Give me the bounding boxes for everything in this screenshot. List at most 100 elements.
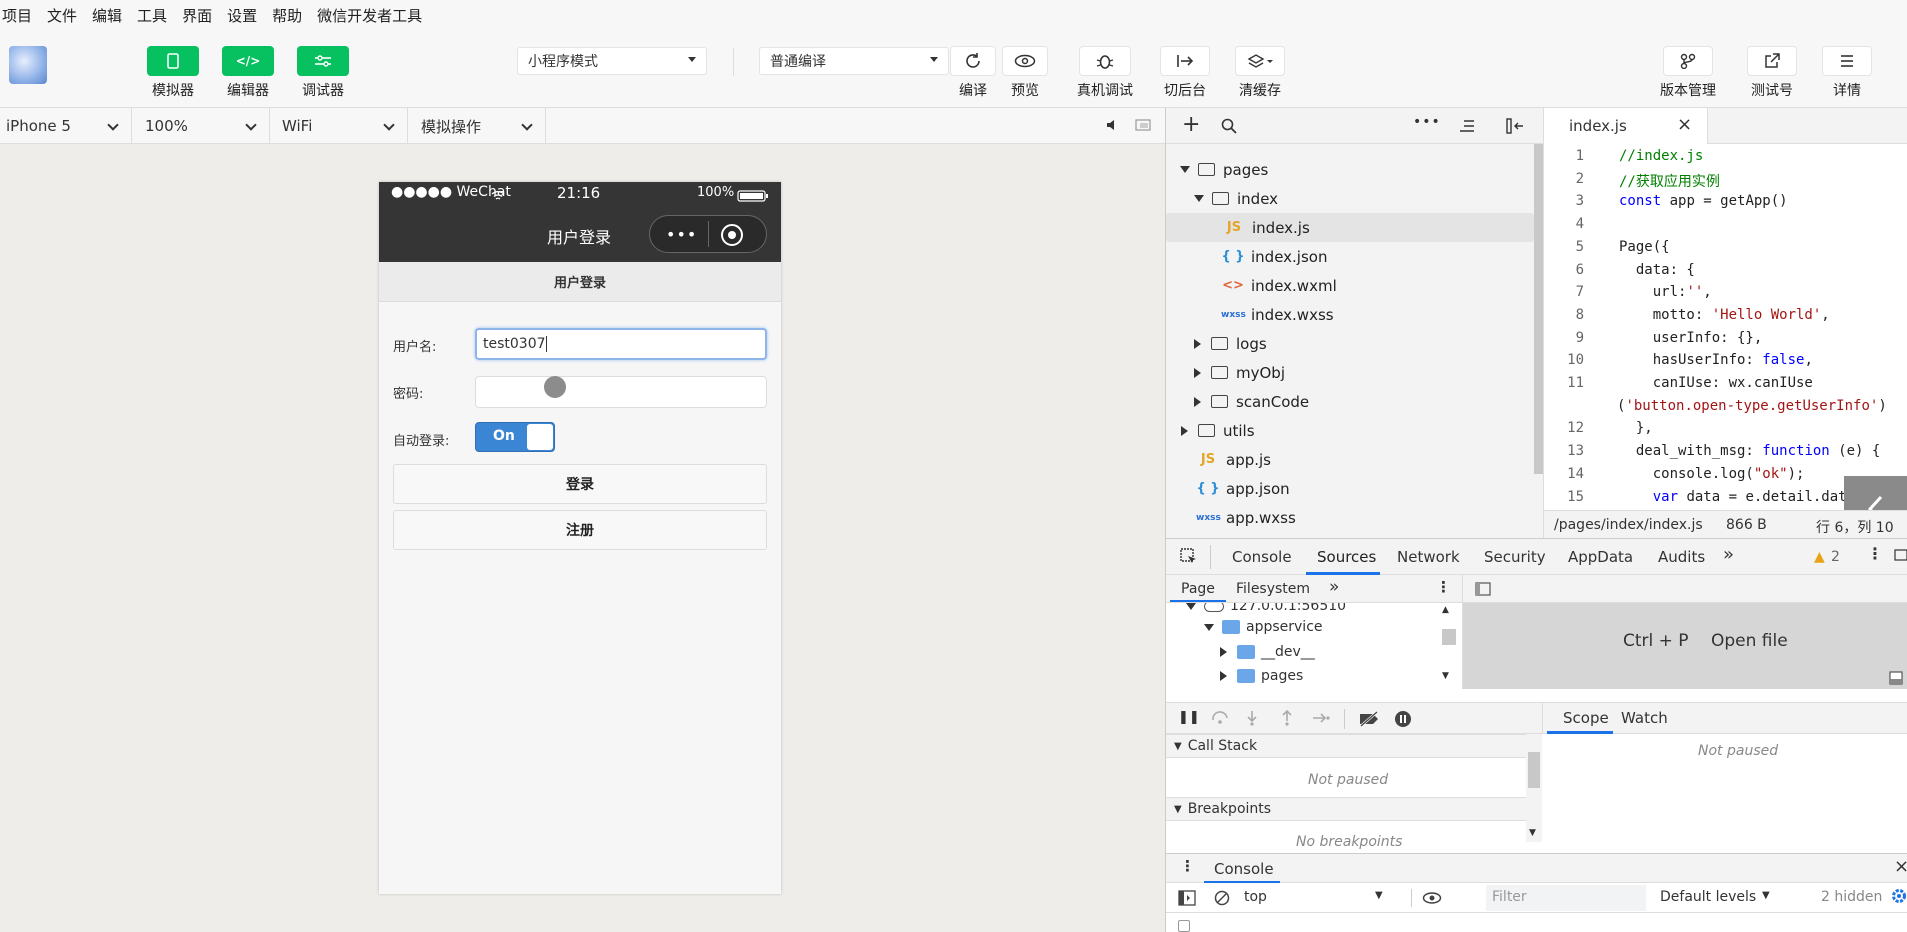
kebab-icon[interactable]: ⋮ <box>1436 578 1451 596</box>
tree-item-utils[interactable]: utils <box>1166 416 1534 445</box>
compile-button[interactable]: 编译 <box>950 46 996 100</box>
console-settings-icon[interactable] <box>1891 888 1907 908</box>
speaker-icon[interactable] <box>1105 118 1119 136</box>
avatar[interactable] <box>9 46 47 84</box>
debugger-button[interactable]: 调试器 <box>297 46 349 100</box>
subtab-page[interactable]: Page <box>1181 581 1215 597</box>
mode-select[interactable]: 小程序模式 <box>517 47 707 75</box>
more-subtabs-icon[interactable]: » <box>1329 577 1339 597</box>
compile-select[interactable]: 普通编译 <box>759 47 949 75</box>
kebab-icon[interactable]: ⋮ <box>1867 544 1883 563</box>
tree-item-index-wxss[interactable]: wxss index.wxss <box>1166 300 1534 329</box>
clear-cache-button[interactable]: 清缓存 <box>1235 46 1285 100</box>
tree-item-logs[interactable]: logs <box>1166 329 1534 358</box>
tab-scope[interactable]: Scope <box>1563 709 1609 727</box>
log-levels-select[interactable]: Default levels ▼ <box>1654 886 1774 910</box>
debugger-scrollbar[interactable]: ▼ <box>1526 734 1542 842</box>
zoom-select[interactable]: 100% <box>132 108 270 144</box>
register-button[interactable]: 注册 <box>393 510 767 550</box>
explorer-scrollbar[interactable] <box>1534 144 1543 474</box>
eye-icon[interactable] <box>1422 891 1442 909</box>
menu-devtools[interactable]: 微信开发者工具 <box>317 5 422 26</box>
kebab-icon[interactable]: ⋮ <box>1180 857 1195 875</box>
pause-on-exceptions-icon[interactable] <box>1394 710 1412 732</box>
tree-item-app-js[interactable]: JS app.js <box>1166 445 1534 474</box>
tab-appdata[interactable]: AppData <box>1568 548 1633 566</box>
menu-edit[interactable]: 编辑 <box>92 5 122 26</box>
tab-watch[interactable]: Watch <box>1621 709 1668 727</box>
username-input[interactable]: test0307 <box>475 328 767 360</box>
menu-project[interactable]: 项目 <box>2 5 32 26</box>
network-select[interactable]: WiFi <box>270 108 408 144</box>
autologin-switch[interactable]: On <box>475 422 555 452</box>
drawer-tab-console[interactable]: Console <box>1214 860 1274 878</box>
tree-pages[interactable]: pages <box>1220 668 1303 684</box>
tab-console[interactable]: Console <box>1232 548 1292 566</box>
menu-file[interactable]: 文件 <box>47 5 77 26</box>
step-icon[interactable] <box>1312 712 1330 728</box>
more-dots-icon[interactable]: ••• <box>666 225 697 244</box>
tab-index-js[interactable]: index.js × <box>1544 108 1708 144</box>
tree-item-app-json[interactable]: { } app.json <box>1166 474 1534 503</box>
close-drawer-icon[interactable]: × <box>1894 856 1907 877</box>
close-target-icon[interactable] <box>719 222 745 252</box>
checkbox[interactable] <box>1178 920 1190 932</box>
tree-item-index-wxml[interactable]: <> index.wxml <box>1166 271 1534 300</box>
tree-item-pages[interactable]: pages <box>1166 155 1534 184</box>
call-stack-header[interactable]: ▼ Call Stack <box>1166 734 1536 758</box>
remote-debug-button[interactable]: 真机调试 <box>1077 46 1133 100</box>
tree-item-index-js[interactable]: JS index.js <box>1166 213 1534 242</box>
subtab-filesystem[interactable]: Filesystem <box>1236 581 1310 597</box>
switch-background-button[interactable]: 切后台 <box>1160 46 1210 100</box>
pause-icon[interactable]: ❚❚ <box>1178 710 1200 725</box>
tab-network[interactable]: Network <box>1397 548 1460 566</box>
step-into-icon[interactable] <box>1246 710 1258 730</box>
more-tabs-button[interactable]: » <box>1723 544 1734 565</box>
menu-tools[interactable]: 工具 <box>137 5 167 26</box>
menu-interface[interactable]: 界面 <box>182 5 212 26</box>
details-button[interactable]: 详情 <box>1822 46 1872 100</box>
sidebar-toggle-icon[interactable] <box>1178 890 1196 910</box>
tree-dev[interactable]: __dev__ <box>1220 644 1315 660</box>
code-area[interactable]: 1 //index.js 2 //获取应用实例 3 const app = getApp(… <box>1544 144 1907 510</box>
inspect-icon[interactable] <box>1180 548 1198 570</box>
clear-console-icon[interactable] <box>1214 890 1230 910</box>
tree-item-scancode[interactable]: scanCode <box>1166 387 1534 416</box>
collapse-icon[interactable] <box>1459 119 1475 137</box>
breakpoints-header[interactable]: ▼ Breakpoints <box>1166 797 1536 821</box>
tab-audits[interactable]: Audits <box>1658 548 1705 566</box>
toggle-navigator-icon[interactable] <box>1475 582 1491 600</box>
panel-toggle-icon[interactable] <box>1889 671 1903 689</box>
test-account-button[interactable]: 测试号 <box>1747 46 1797 100</box>
warning-count[interactable]: 2 <box>1831 549 1840 565</box>
search-icon[interactable] <box>1221 118 1237 138</box>
version-button[interactable]: 版本管理 <box>1660 46 1716 100</box>
context-select[interactable]: top ▼ <box>1240 886 1400 910</box>
dock-icon[interactable] <box>1894 549 1907 567</box>
tree-item-index[interactable]: index <box>1166 184 1534 213</box>
device-select[interactable]: iPhone 5 <box>0 108 132 144</box>
window-icon[interactable] <box>1135 119 1151 136</box>
tab-sources[interactable]: Sources <box>1317 548 1376 566</box>
menu-help[interactable]: 帮助 <box>272 5 302 26</box>
password-input[interactable] <box>475 376 767 408</box>
console-filter-input[interactable]: Filter <box>1486 885 1646 911</box>
add-icon[interactable]: + <box>1182 112 1200 137</box>
operation-select[interactable]: 模拟操作 <box>408 108 546 144</box>
tree-item-index-json[interactable]: { } index.json <box>1166 242 1534 271</box>
tree-appservice[interactable]: appservice <box>1204 619 1323 635</box>
preview-button[interactable]: 预览 <box>1002 46 1048 100</box>
step-out-icon[interactable] <box>1281 709 1293 730</box>
more-icon[interactable]: ••• <box>1413 114 1441 130</box>
close-icon[interactable]: × <box>1677 114 1692 135</box>
menu-settings[interactable]: 设置 <box>227 5 257 26</box>
tree-host[interactable]: 127.0.0.1:56510 <box>1186 603 1346 614</box>
tree-scrollbar[interactable]: ▲ ▼ <box>1440 603 1456 687</box>
split-panel-icon[interactable] <box>1506 118 1524 138</box>
tab-security[interactable]: Security <box>1484 548 1546 566</box>
simulator-button[interactable]: 模拟器 <box>147 46 199 100</box>
step-over-icon[interactable] <box>1211 710 1231 728</box>
login-button[interactable]: 登录 <box>393 464 767 504</box>
tree-item-app-wxss[interactable]: wxss app.wxss <box>1166 503 1534 532</box>
console-output[interactable] <box>1166 914 1907 932</box>
